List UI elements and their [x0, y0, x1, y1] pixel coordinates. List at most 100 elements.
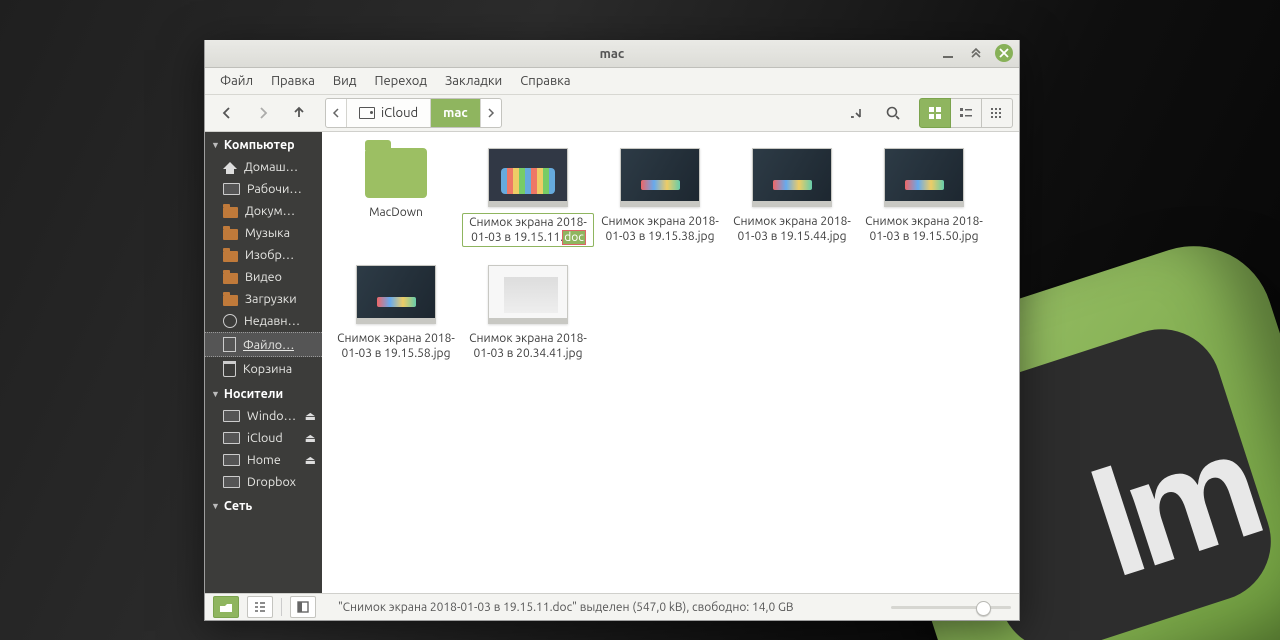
sidebar-item-filesystem[interactable]: Файло…: [205, 332, 322, 357]
path-drive-label: iCloud: [381, 106, 418, 120]
sidebar-item-home-drive[interactable]: Home⏏: [205, 449, 322, 471]
sidebar-section-computer[interactable]: ▼Компьютер: [205, 132, 322, 156]
folder-icon: [223, 273, 238, 284]
file-name: MacDown: [366, 204, 426, 221]
image-thumbnail: [356, 265, 436, 324]
filename-extension-selected[interactable]: doc: [563, 231, 585, 244]
drive-icon: [223, 454, 240, 466]
image-thumbnail: [752, 148, 832, 207]
view-list-button[interactable]: [951, 98, 982, 128]
file-item[interactable]: Снимок экрана 2018-01-03 в 19.15.58.jpg: [330, 265, 462, 362]
close-sidebar-button[interactable]: [290, 596, 316, 618]
zoom-slider[interactable]: [891, 606, 1011, 609]
menu-help[interactable]: Справка: [513, 71, 577, 91]
sidebar-item-home[interactable]: Домаш…: [205, 156, 322, 178]
eject-icon[interactable]: ⏏: [305, 453, 316, 467]
eject-icon[interactable]: ⏏: [305, 409, 316, 423]
sidebar-item-dropbox[interactable]: Dropbox: [205, 471, 322, 493]
menu-edit[interactable]: Правка: [264, 71, 322, 91]
window-title: mac: [205, 47, 1019, 61]
path-prev-button[interactable]: [326, 99, 347, 127]
desktop-icon: [223, 183, 240, 195]
file-name: Снимок экрана 2018-01-03 в 19.15.44.jpg: [726, 213, 858, 245]
folder-icon: [223, 207, 238, 218]
sidebar: ▼Компьютер Домаш… Рабочи… Докум… Музыка …: [205, 132, 322, 593]
drive-icon: [359, 107, 375, 119]
folder-icon: [223, 251, 238, 262]
sidebar-section-network[interactable]: ▼Сеть: [205, 493, 322, 517]
forward-button[interactable]: [247, 98, 279, 128]
sidebar-item-recent[interactable]: Недавн…: [205, 310, 322, 332]
file-item[interactable]: Снимок экрана 2018-01-03 в 19.15.38.jpg: [594, 148, 726, 247]
menubar: Файл Правка Вид Переход Закладки Справка: [205, 68, 1019, 95]
back-button[interactable]: [211, 98, 243, 128]
places-toggle-button[interactable]: [213, 596, 239, 618]
path-segment-current[interactable]: mac: [431, 99, 481, 127]
path-segment-drive[interactable]: iCloud: [347, 99, 431, 127]
file-manager-window: mac Файл Правка Вид Переход Закладки Спр…: [204, 40, 1020, 621]
home-icon: [223, 162, 237, 169]
drive-icon: [223, 410, 240, 422]
file-name: Снимок экрана 2018-01-03 в 19.15.58.jpg: [330, 330, 462, 362]
folder-icon: [365, 148, 427, 198]
close-button[interactable]: [995, 44, 1013, 62]
path-next-button[interactable]: [481, 99, 501, 127]
file-item[interactable]: Снимок экрана 2018-01-03 в 19.15.50.jpg: [858, 148, 990, 247]
sidebar-item-desktop[interactable]: Рабочи…: [205, 178, 322, 200]
file-name: Снимок экрана 2018-01-03 в 19.15.50.jpg: [858, 213, 990, 245]
view-icons-button[interactable]: [919, 98, 951, 128]
sidebar-item-downloads[interactable]: Загрузки: [205, 288, 322, 310]
drive-icon: [223, 432, 240, 444]
desktop-background: lm mac Файл Правка Вид Переход Закладки …: [0, 0, 1280, 640]
tree-toggle-button[interactable]: [247, 596, 273, 618]
sidebar-item-windows[interactable]: Windo…⏏: [205, 405, 322, 427]
image-thumbnail: [488, 265, 568, 324]
folder-icon: [223, 229, 238, 240]
up-button[interactable]: [283, 98, 315, 128]
chevron-down-icon: ▼: [211, 389, 220, 399]
status-text: "Снимок экрана 2018-01-03 в 19.15.11.doc…: [324, 601, 883, 614]
menu-go[interactable]: Переход: [367, 71, 434, 91]
toggle-location-button[interactable]: [841, 98, 873, 128]
statusbar: "Снимок экрана 2018-01-03 в 19.15.11.doc…: [205, 593, 1019, 620]
file-name: Снимок экрана 2018-01-03 в 19.15.38.jpg: [594, 213, 726, 245]
clock-icon: [223, 314, 237, 328]
file-name: Снимок экрана 2018-01-03 в 19.15.11.doc: [462, 213, 594, 247]
view-compact-button[interactable]: [982, 98, 1013, 128]
sidebar-item-trash[interactable]: Корзина: [205, 357, 322, 381]
chevron-down-icon: ▼: [211, 501, 220, 511]
sidebar-item-documents[interactable]: Докум…: [205, 200, 322, 222]
maximize-button[interactable]: [967, 44, 985, 62]
eject-icon[interactable]: ⏏: [305, 431, 316, 445]
menu-view[interactable]: Вид: [326, 71, 364, 91]
sidebar-item-pictures[interactable]: Изобр…: [205, 244, 322, 266]
path-folder-label: mac: [443, 106, 468, 120]
toolbar: iCloud mac: [205, 95, 1019, 132]
menu-file[interactable]: Файл: [213, 71, 260, 91]
search-button[interactable]: [877, 98, 909, 128]
sidebar-item-music[interactable]: Музыка: [205, 222, 322, 244]
sidebar-section-media[interactable]: ▼Носители: [205, 381, 322, 405]
path-bar: iCloud mac: [325, 98, 502, 128]
minimize-button[interactable]: [939, 44, 957, 62]
chevron-down-icon: ▼: [211, 140, 220, 150]
file-item[interactable]: Снимок экрана 2018-01-03 в 19.15.44.jpg: [726, 148, 858, 247]
menu-bookmarks[interactable]: Закладки: [438, 71, 509, 91]
trash-icon: [223, 361, 236, 377]
file-grid[interactable]: MacDown Снимок экрана 2018-01-03 в 19.15.…: [322, 132, 1019, 593]
file-item[interactable]: Снимок экрана 2018-01-03 в 20.34.41.jpg: [462, 265, 594, 362]
file-item[interactable]: MacDown: [330, 148, 462, 247]
image-thumbnail: [488, 148, 568, 207]
folder-icon: [223, 295, 238, 306]
image-thumbnail: [620, 148, 700, 207]
file-item[interactable]: Снимок экрана 2018-01-03 в 19.15.11.doc: [462, 148, 594, 247]
titlebar[interactable]: mac: [205, 40, 1019, 68]
sidebar-item-icloud[interactable]: iCloud⏏: [205, 427, 322, 449]
sidebar-item-videos[interactable]: Видео: [205, 266, 322, 288]
view-mode-group: [919, 98, 1013, 128]
drive-icon: [223, 476, 240, 488]
separator: [281, 598, 282, 616]
image-thumbnail: [884, 148, 964, 207]
file-name: Снимок экрана 2018-01-03 в 20.34.41.jpg: [462, 330, 594, 362]
document-icon: [223, 337, 236, 352]
